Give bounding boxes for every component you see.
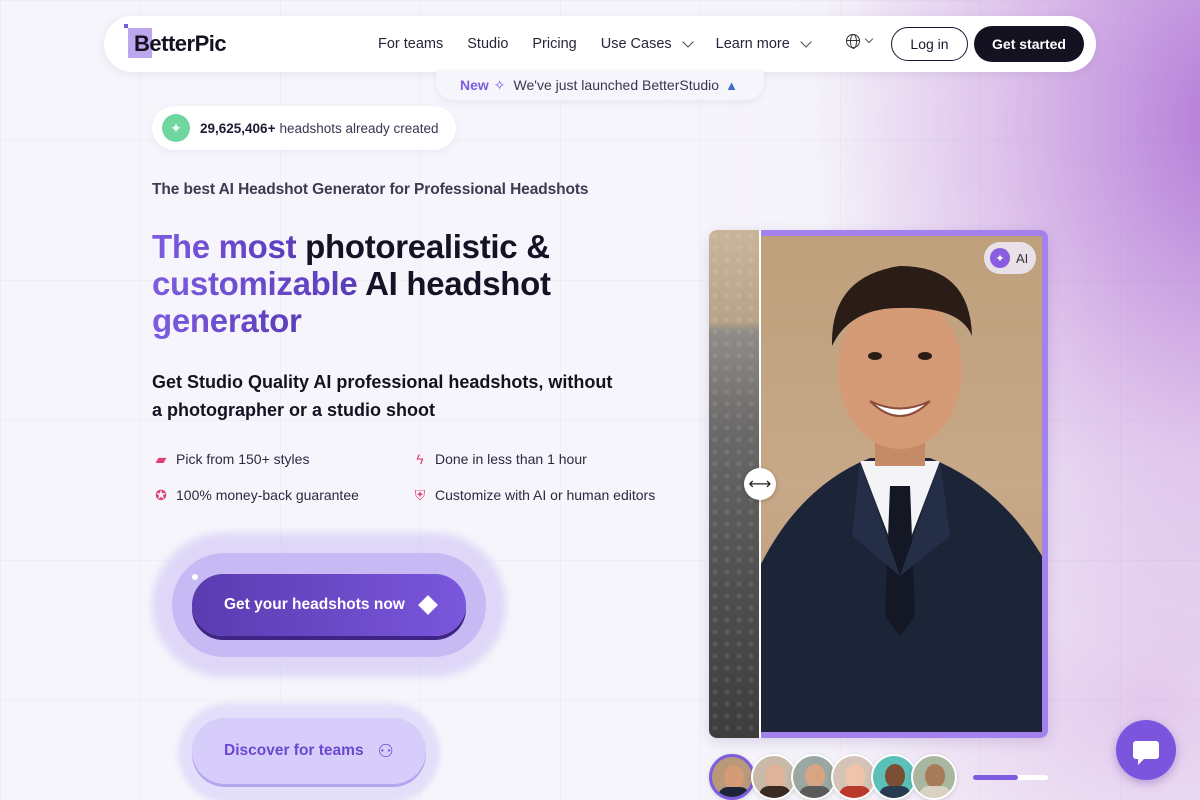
feature-item: ▰ Pick from 150+ styles [152, 450, 310, 468]
new-badge: New [460, 77, 489, 93]
chat-launcher-button[interactable] [1116, 720, 1176, 780]
nav-links: For teams Studio Pricing Use Cases Learn… [378, 16, 834, 72]
people-icon: ⚇ [377, 740, 394, 761]
hero-subheading: Get Studio Quality AI professional heads… [152, 372, 613, 420]
hero-headline: The most photorealistic & customizable A… [152, 228, 551, 339]
logo[interactable]: BetterPic [124, 24, 227, 62]
logo-text: BetterPic [134, 31, 227, 56]
announcement-banner[interactable]: New ✧ We've just launched BetterStudio ▲ [436, 70, 764, 100]
nav-link-learn-more[interactable]: Learn more [716, 36, 812, 52]
sparkle-dot-icon [192, 574, 198, 580]
feature-item: ⛨ Customize with AI or human editors [411, 486, 655, 504]
thumbnail-1[interactable] [709, 754, 755, 800]
headshot-count: 29,625,406+ [200, 120, 276, 136]
sparkle-icon: ✦ [990, 248, 1010, 268]
ribbon-icon: ✪ [155, 486, 167, 503]
sparkle-icon [417, 595, 438, 615]
counter-label: headshots already created [279, 120, 439, 136]
top-navigation: BetterPic For teams Studio Pricing Use C… [104, 16, 1096, 72]
nav-link-studio[interactable]: Studio [467, 36, 508, 52]
carousel-progress-fill [973, 775, 1018, 780]
carousel-progress [973, 775, 1048, 780]
nav-link-pricing[interactable]: Pricing [532, 36, 576, 52]
nav-link-for-teams[interactable]: For teams [378, 36, 443, 52]
feature-item: ✪ 100% money-back guarantee [152, 486, 359, 504]
feature-item: ϟ Done in less than 1 hour [411, 450, 586, 468]
language-selector[interactable] [846, 34, 874, 49]
chevron-down-icon [800, 36, 812, 48]
sparkle-icon: ✧ [493, 76, 506, 93]
compare-slider-handle[interactable]: ⟷ [744, 468, 776, 500]
thumbnail-6[interactable] [911, 754, 957, 800]
shield-check-icon: ⛨ [414, 486, 426, 503]
hero-kicker: The best AI Headshot Generator for Profe… [152, 181, 589, 198]
headshot-counter: ✦ 29,625,406+ headshots already created [152, 106, 456, 150]
dress-icon: ▲ [725, 77, 738, 93]
palette-icon: ▰ [155, 450, 167, 467]
announcement-text: We've just launched BetterStudio [513, 77, 720, 93]
ai-headshot-photo [760, 230, 1048, 738]
before-after-comparison[interactable]: ⟷ ✦ AI [709, 230, 1048, 738]
sparkle-icon: ✦ [162, 114, 190, 142]
get-started-button[interactable]: Get started [974, 26, 1084, 62]
lightning-icon: ϟ [416, 451, 424, 467]
login-button[interactable]: Log in [891, 27, 968, 61]
chevron-down-icon [681, 36, 694, 48]
globe-icon [846, 34, 860, 49]
get-headshots-button[interactable]: Get your headshots now [192, 574, 466, 636]
discover-teams-button[interactable]: Discover for teams ⚇ [192, 718, 426, 784]
nav-link-use-cases[interactable]: Use Cases [601, 36, 694, 52]
portrait-illustration [760, 266, 1042, 732]
ai-badge: ✦ AI [984, 242, 1036, 274]
chevron-down-icon [864, 34, 874, 44]
chat-icon [1133, 741, 1159, 765]
